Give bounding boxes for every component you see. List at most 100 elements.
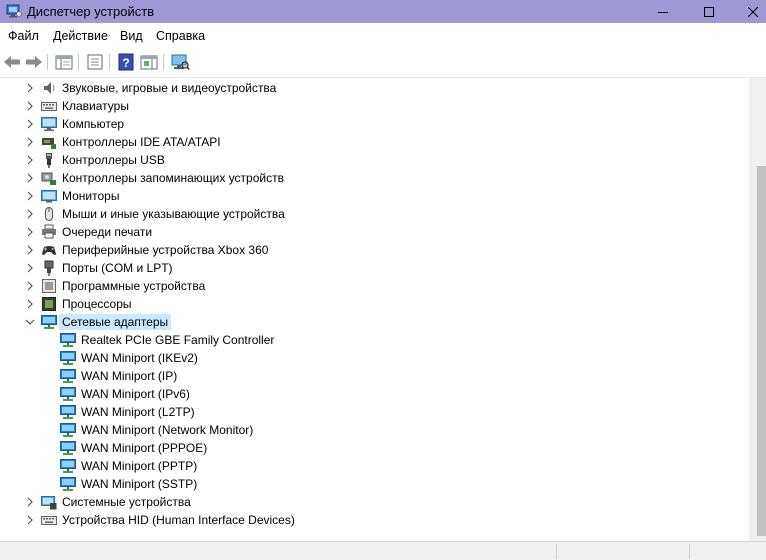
- console-tree-button[interactable]: [54, 53, 74, 71]
- menu-view[interactable]: Вид: [120, 29, 143, 43]
- tree-item-label: WAN Miniport (PPPOE): [81, 441, 208, 455]
- tree-item-label: Мониторы: [62, 189, 120, 203]
- tree-category-software-devices[interactable]: Программные устройства: [0, 277, 749, 295]
- tree-item-label: Периферийные устройства Xbox 360: [62, 243, 269, 257]
- tree-item-label: Клавиатуры: [62, 99, 129, 113]
- system-device-icon: [41, 496, 57, 510]
- help-button[interactable]: ?: [116, 53, 136, 71]
- tree-category-ports[interactable]: Порты (COM и LPT): [0, 259, 749, 277]
- tree-device-network[interactable]: WAN Miniport (L2TP): [0, 403, 749, 421]
- tree-category-ide-controllers[interactable]: Контроллеры IDE ATA/ATAPI: [0, 133, 749, 151]
- port-icon: [44, 260, 54, 276]
- toolbar-separator: [109, 54, 110, 70]
- menu-bar: Файл Действие Вид Справка: [0, 23, 766, 47]
- device-manager-icon: [6, 4, 22, 18]
- chevron-right-icon: [27, 119, 33, 129]
- network-adapter-icon: [60, 387, 76, 401]
- close-icon: [748, 6, 758, 17]
- tree-item-label: Звуковые, игровые и видеоустройства: [62, 81, 277, 95]
- status-bar: [0, 541, 766, 560]
- scan-hardware-icon: [171, 54, 190, 70]
- gamepad-icon: [42, 246, 56, 255]
- tree-device-network[interactable]: WAN Miniport (SSTP): [0, 475, 749, 493]
- chevron-right-icon: [27, 101, 33, 111]
- maximize-button[interactable]: [686, 0, 732, 23]
- forward-button[interactable]: [24, 53, 44, 71]
- minimize-icon: [658, 11, 668, 13]
- tree-item-label: WAN Miniport (IP): [81, 369, 178, 383]
- tree-category-monitors[interactable]: Мониторы: [0, 187, 749, 205]
- menu-action[interactable]: Действие: [53, 29, 108, 43]
- speaker-icon: [44, 82, 55, 94]
- chevron-right-icon: [27, 209, 33, 219]
- storage-controller-icon: [41, 172, 56, 185]
- chevron-right-icon: [27, 227, 33, 237]
- chevron-down-icon: [25, 319, 35, 325]
- tree-device-network[interactable]: WAN Miniport (Network Monitor): [0, 421, 749, 439]
- tree-category-xbox-peripherals[interactable]: Периферийные устройства Xbox 360: [0, 241, 749, 259]
- toolbar-separator: [47, 54, 48, 70]
- tree-item-label: Системные устройства: [62, 495, 191, 509]
- status-separator: [556, 544, 557, 559]
- toolbar: ?: [0, 47, 766, 78]
- tree-category-hid[interactable]: Устройства HID (Human Interface Devices): [0, 511, 749, 529]
- tree-device-network[interactable]: WAN Miniport (IKEv2): [0, 349, 749, 367]
- tree-item-label: Контроллеры USB: [62, 153, 165, 167]
- processor-icon: [42, 297, 56, 311]
- chevron-right-icon: [27, 83, 33, 93]
- close-button[interactable]: [730, 0, 766, 23]
- tree-category-print-queues[interactable]: Очереди печати: [0, 223, 749, 241]
- maximize-icon: [704, 6, 714, 17]
- network-adapter-icon: [60, 351, 76, 365]
- mouse-icon: [45, 207, 53, 221]
- tree-category-system-devices[interactable]: Системные устройства: [0, 493, 749, 511]
- tree-category-sound[interactable]: Звуковые, игровые и видеоустройства: [0, 79, 749, 97]
- tree-item-label: WAN Miniport (Network Monitor): [81, 423, 254, 437]
- forward-arrow-icon: [26, 56, 42, 68]
- chevron-right-icon: [27, 281, 33, 291]
- show-hide-console-tree-icon: [55, 55, 73, 70]
- properties-button[interactable]: [85, 53, 105, 71]
- tree-item-label: WAN Miniport (IPv6): [81, 387, 190, 401]
- tree-item-label: Компьютер: [62, 117, 125, 131]
- tree-item-label: Процессоры: [62, 297, 132, 311]
- tree-category-usb-controllers[interactable]: Контроллеры USB: [0, 151, 749, 169]
- tree-item-label: Сетевые адаптеры: [59, 314, 172, 330]
- tree-device-network[interactable]: WAN Miniport (PPPOE): [0, 439, 749, 457]
- tree-item-label: Контроллеры запоминающих устройств: [62, 171, 284, 185]
- scan-hardware-button[interactable]: [170, 53, 190, 71]
- tree-device-network[interactable]: WAN Miniport (IPv6): [0, 385, 749, 403]
- chevron-right-icon: [27, 155, 33, 165]
- action-pane-button[interactable]: [139, 53, 159, 71]
- software-device-icon: [42, 279, 56, 293]
- network-adapter-icon: [60, 369, 76, 383]
- network-adapter-icon: [60, 423, 76, 437]
- tree-category-keyboards[interactable]: Клавиатуры: [0, 97, 749, 115]
- back-arrow-icon: [4, 56, 20, 68]
- tree-category-network-adapters[interactable]: Сетевые адаптеры: [0, 313, 749, 331]
- action-pane-icon: [140, 55, 158, 70]
- ide-controller-icon: [42, 138, 56, 149]
- status-separator: [689, 544, 690, 559]
- toolbar-separator: [163, 54, 164, 70]
- scrollbar-thumb[interactable]: [757, 166, 766, 536]
- svg-text:?: ?: [122, 56, 129, 70]
- keyboard-icon: [41, 102, 57, 111]
- back-button[interactable]: [2, 53, 22, 71]
- tree-device-network[interactable]: WAN Miniport (PPTP): [0, 457, 749, 475]
- tree-category-computer[interactable]: Компьютер: [0, 115, 749, 133]
- tree-device-network[interactable]: WAN Miniport (IP): [0, 367, 749, 385]
- network-adapter-icon: [60, 459, 76, 473]
- tree-category-storage-controllers[interactable]: Контроллеры запоминающих устройств: [0, 169, 749, 187]
- menu-file[interactable]: Файл: [8, 29, 39, 43]
- menu-help[interactable]: Справка: [156, 29, 205, 43]
- tree-item-label: WAN Miniport (IKEv2): [81, 351, 198, 365]
- network-adapter-icon: [60, 441, 76, 455]
- tree-category-processors[interactable]: Процессоры: [0, 295, 749, 313]
- chevron-right-icon: [27, 299, 33, 309]
- minimize-button[interactable]: [640, 0, 686, 23]
- toolbar-separator: [78, 54, 79, 70]
- tree-item-label: Порты (COM и LPT): [62, 261, 173, 275]
- tree-category-mice[interactable]: Мыши и иные указывающие устройства: [0, 205, 749, 223]
- tree-device-network[interactable]: Realtek PCIe GBE Family Controller: [0, 331, 749, 349]
